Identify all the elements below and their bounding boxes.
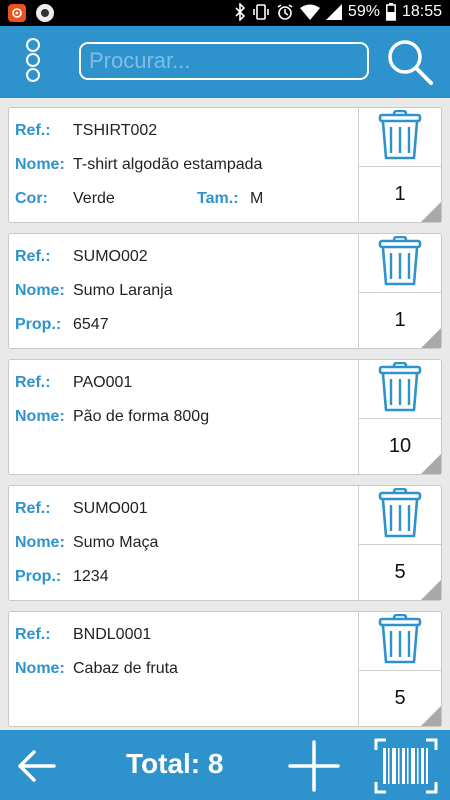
arrow-left-icon <box>18 750 56 782</box>
menu-dot-icon <box>26 53 40 67</box>
item-details: Ref.: SUMO002 Nome: Sumo Laranja Prop.: 6547 <box>9 234 359 348</box>
delete-item-button[interactable] <box>359 612 441 670</box>
trash-icon <box>378 487 422 543</box>
list-item[interactable]: Ref.: TSHIRT002 Nome: T-shirt algodão estam… <box>8 107 442 223</box>
quantity-field[interactable]: 10 <box>359 418 441 474</box>
wifi-icon <box>299 4 320 20</box>
total-label: Total: 8 <box>126 748 224 779</box>
item-actions: 10 <box>358 360 441 474</box>
plus-icon <box>288 740 340 792</box>
field-label: Prop.: <box>15 568 62 585</box>
field-label: Ref.: <box>15 122 51 139</box>
list-item[interactable]: Ref.: BNDL0001 Nome: Cabaz de fruta 5 <box>8 611 442 727</box>
quantity-value: 5 <box>394 561 406 583</box>
menu-dot-icon <box>26 68 40 82</box>
field-label: Ref.: <box>15 374 51 391</box>
battery-percentage: 59% <box>347 3 380 20</box>
search-button[interactable] <box>386 38 434 86</box>
delete-item-button[interactable] <box>359 486 441 544</box>
quantity-value: 1 <box>394 183 406 205</box>
field-value: Cabaz de fruta <box>73 660 178 677</box>
field-label: Nome: <box>15 660 65 677</box>
back-button[interactable] <box>14 746 58 786</box>
alarm-icon <box>277 4 293 20</box>
quantity-field[interactable]: 1 <box>359 292 441 348</box>
trash-icon <box>378 109 422 165</box>
field-value: 6547 <box>73 316 109 333</box>
delete-item-button[interactable] <box>359 360 441 418</box>
field-label: Nome: <box>15 408 65 425</box>
item-actions: 5 <box>358 612 441 726</box>
quantity-field[interactable]: 1 <box>359 166 441 222</box>
field-value: M <box>250 190 264 207</box>
field-value: BNDL0001 <box>73 626 152 643</box>
status-bar: 59% 18:55 <box>0 0 450 26</box>
field-label: Nome: <box>15 282 65 299</box>
item-details: Ref.: TSHIRT002 Nome: T-shirt algodão estam… <box>9 108 359 222</box>
item-actions: 5 <box>358 486 441 600</box>
record-notification-icon <box>36 4 54 22</box>
trash-icon <box>378 613 422 669</box>
search-box <box>79 42 369 80</box>
quantity-value: 5 <box>394 687 406 709</box>
field-value: Sumo Laranja <box>73 282 173 299</box>
list-item[interactable]: Ref.: SUMO001 Nome: Sumo Maça Prop.: 1234 5 <box>8 485 442 601</box>
field-value: T-shirt algodão estampada <box>73 156 263 173</box>
item-actions: 1 <box>358 234 441 348</box>
corner-indicator-icon <box>421 202 441 222</box>
field-label: Prop.: <box>15 316 62 333</box>
field-value: TSHIRT002 <box>73 122 158 139</box>
field-label: Ref.: <box>15 626 51 643</box>
search-input[interactable] <box>81 44 367 78</box>
field-value: Pão de forma 800g <box>73 408 210 425</box>
delete-item-button[interactable] <box>359 234 441 292</box>
list-item[interactable]: Ref.: PAO001 Nome: Pão de forma 800g 10 <box>8 359 442 475</box>
field-value: 1234 <box>73 568 109 585</box>
quantity-value: 1 <box>394 309 406 331</box>
quantity-field[interactable]: 5 <box>359 670 441 726</box>
field-label: Ref.: <box>15 248 51 265</box>
corner-indicator-icon <box>421 580 441 600</box>
signal-icon <box>325 4 342 20</box>
field-label: Tam.: <box>197 190 239 207</box>
barcode-icon <box>374 738 438 794</box>
menu-dot-icon <box>26 38 40 52</box>
field-value: Verde <box>73 190 115 207</box>
corner-indicator-icon <box>421 706 441 726</box>
field-label: Cor: <box>15 190 48 207</box>
app-notification-icon <box>8 4 26 22</box>
field-value: SUMO001 <box>73 500 148 517</box>
app-bar <box>0 26 450 98</box>
search-icon <box>388 40 433 85</box>
overflow-menu-button[interactable] <box>22 38 52 88</box>
delete-item-button[interactable] <box>359 108 441 166</box>
battery-icon <box>386 3 396 21</box>
item-actions: 1 <box>358 108 441 222</box>
quantity-value: 10 <box>388 435 412 457</box>
field-value: PAO001 <box>73 374 133 391</box>
field-value: Sumo Maça <box>73 534 159 551</box>
item-details: Ref.: BNDL0001 Nome: Cabaz de fruta <box>9 612 359 726</box>
item-details: Ref.: SUMO001 Nome: Sumo Maça Prop.: 1234 <box>9 486 359 600</box>
corner-indicator-icon <box>421 454 441 474</box>
bluetooth-icon <box>235 3 246 21</box>
trash-icon <box>378 235 422 291</box>
list-item[interactable]: Ref.: SUMO002 Nome: Sumo Laranja Prop.: 6547 1 <box>8 233 442 349</box>
add-item-button[interactable] <box>286 738 342 794</box>
corner-indicator-icon <box>421 328 441 348</box>
trash-icon <box>378 361 422 417</box>
item-list: Ref.: TSHIRT002 Nome: T-shirt algodão estam… <box>0 98 450 730</box>
field-label: Nome: <box>15 534 65 551</box>
vibrate-icon <box>253 4 269 20</box>
field-label: Nome: <box>15 156 65 173</box>
field-value: SUMO002 <box>73 248 148 265</box>
field-label: Ref.: <box>15 500 51 517</box>
clock: 18:55 <box>401 3 442 20</box>
quantity-field[interactable]: 5 <box>359 544 441 600</box>
item-details: Ref.: PAO001 Nome: Pão de forma 800g <box>9 360 359 474</box>
barcode-scan-button[interactable] <box>374 738 438 794</box>
bottom-bar: Total: 8 <box>0 730 450 800</box>
